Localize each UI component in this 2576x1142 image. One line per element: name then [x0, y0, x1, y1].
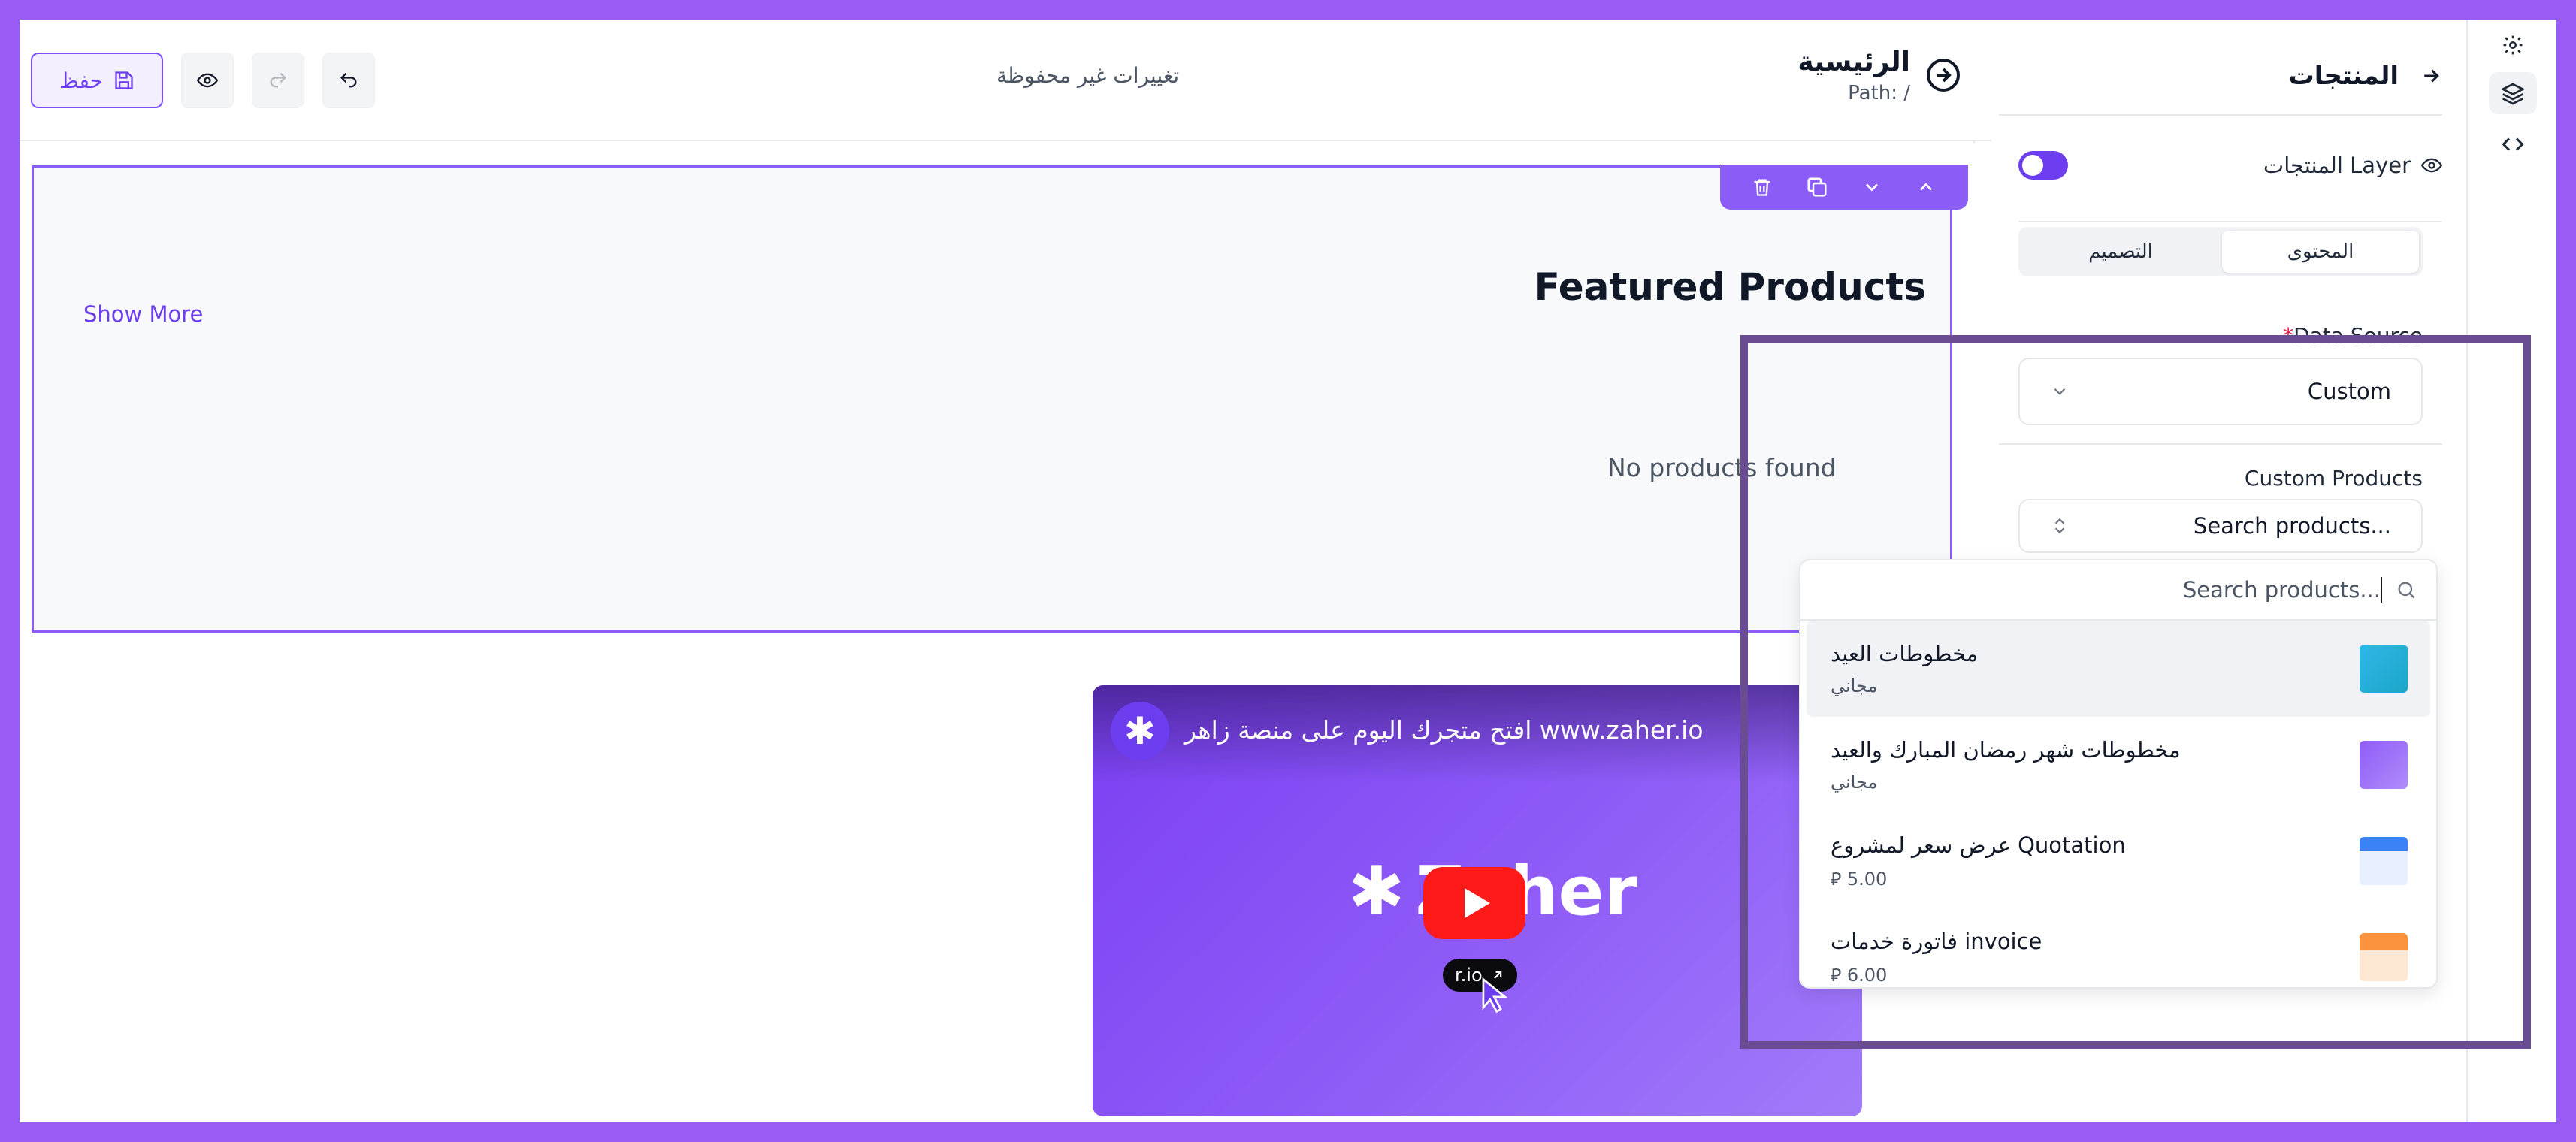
arrow-right-icon[interactable]: [2420, 65, 2442, 87]
product-name: عرض سعر لمشروع Quotation: [1831, 832, 2126, 858]
layers-button[interactable]: [2489, 72, 2537, 114]
data-source-label-text: Data Source: [2293, 323, 2423, 348]
toggle-knob: [2022, 155, 2043, 176]
save-label: حفظ: [59, 68, 104, 93]
channel-avatar[interactable]: ✱: [1111, 702, 1169, 760]
product-name: مخطوطات شهر رمضان المبارك والعيد: [1831, 737, 2181, 763]
tab-design[interactable]: التصميم: [2022, 231, 2219, 273]
code-icon: [2502, 137, 2524, 151]
product-option[interactable]: مخطوطات العيد مجاني: [1807, 621, 2430, 717]
product-option[interactable]: مخطوطات شهر رمضان المبارك والعيد مجاني: [1807, 717, 2430, 813]
play-button[interactable]: [1423, 867, 1525, 939]
cursor-icon: [1482, 977, 1508, 1014]
data-source-select[interactable]: Custom: [2018, 358, 2423, 425]
layer-label-group: المنتجات Layer: [2263, 153, 2442, 178]
page-heading-text: الرئيسية Path: /: [1797, 47, 1910, 104]
chevron-down-icon[interactable]: [1861, 177, 1882, 198]
custom-products-value: Search products...: [2193, 513, 2391, 539]
section-toolbar: [1720, 165, 1968, 210]
asterisk-logo-icon: ✱: [1348, 852, 1405, 931]
product-name: مخطوطات العيد: [1831, 641, 1979, 666]
copy-icon[interactable]: [1806, 176, 1828, 198]
tab-content[interactable]: المحتوى: [2222, 231, 2419, 273]
gear-icon: [2503, 35, 2523, 55]
chevrons-updown-icon: [2054, 518, 2065, 534]
redo-icon: [270, 72, 286, 88]
layer-visibility-row: المنتجات Layer: [2018, 132, 2442, 222]
section-title: Featured Products: [1534, 265, 1926, 309]
video-header: ✱ افتح متجرك اليوم على منصة زاهر www.zah…: [1093, 685, 1862, 783]
layers-icon: [2501, 83, 2525, 105]
empty-state-text: No products found: [1607, 453, 1837, 482]
product-search-dropdown: مخطوطات العيد مجاني مخطوطات شهر رمضان ال…: [1799, 559, 2438, 989]
save-button[interactable]: حفظ: [31, 53, 163, 108]
product-option[interactable]: عرض سعر لمشروع Quotation ⃁ 5.00: [1807, 813, 2430, 909]
panel-title: المنتجات: [2288, 61, 2399, 91]
product-thumbnail: [2360, 933, 2408, 981]
panel-tabs: التصميم المحتوى: [2018, 227, 2423, 276]
chevron-up-icon[interactable]: [1915, 177, 1937, 198]
undo-button[interactable]: [322, 53, 375, 108]
video-title[interactable]: افتح متجرك اليوم على منصة زاهر www.zaher…: [1184, 715, 1704, 745]
settings-button[interactable]: [2489, 24, 2537, 66]
eye-icon: [197, 73, 218, 88]
product-option-text: مخطوطات شهر رمضان المبارك والعيد مجاني: [1831, 737, 2181, 793]
custom-products-label: Custom Products: [2244, 466, 2423, 491]
product-option-text: مخطوطات العيد مجاني: [1831, 641, 1978, 696]
unsaved-changes-text: تغييرات غير محفوظة: [996, 63, 1180, 88]
page-title: الرئيسية: [1797, 47, 1910, 77]
product-price: 5.00: [1846, 868, 1888, 890]
product-thumbnail: [2360, 837, 2408, 885]
show-more-link[interactable]: Show More: [83, 301, 203, 327]
trash-icon[interactable]: [1752, 177, 1773, 198]
product-price: مجاني: [1831, 675, 1878, 696]
page-heading: الرئيسية Path: /: [1797, 47, 1961, 104]
panel-header: المنتجات: [1999, 56, 2442, 116]
product-thumbnail: [2360, 645, 2408, 693]
riyal-currency-icon: ⃁: [1831, 868, 1847, 890]
product-price: 6.00: [1846, 964, 1888, 986]
icon-rail: [2466, 20, 2556, 1122]
redo-button[interactable]: [252, 53, 304, 108]
required-mark: *: [2283, 323, 2294, 348]
divider: [1999, 443, 2442, 445]
dropdown-search-row: [1800, 560, 2436, 621]
product-option-text: عرض سعر لمشروع Quotation ⃁ 5.00: [1831, 832, 2126, 890]
editor-canvas: Featured Products Show More No products …: [20, 143, 1988, 1122]
custom-products-select[interactable]: Search products...: [2018, 499, 2423, 553]
product-price-row: ⃁ 5.00: [1831, 867, 2126, 890]
data-source-value: Custom: [2307, 379, 2391, 404]
product-price-row: ⃁ 6.00: [1831, 963, 2042, 986]
data-source-label: *Data Source: [2275, 323, 2423, 348]
eye-icon: [2421, 158, 2442, 173]
chevron-down-icon: [2054, 388, 2066, 395]
product-name: فاتورة خدمات invoice: [1831, 928, 2042, 954]
page-path: Path: /: [1848, 82, 1910, 104]
app-window: المنتجات المنتجات Layer التصميم المحتوى …: [20, 20, 2556, 1122]
riyal-currency-icon: ⃁: [1831, 964, 1847, 986]
search-icon: [2398, 582, 2415, 599]
product-search-input[interactable]: [1856, 577, 2382, 603]
layer-label: المنتجات Layer: [2263, 153, 2411, 178]
layer-visibility-toggle[interactable]: [2018, 151, 2068, 180]
product-thumbnail: [2360, 741, 2408, 789]
product-price: مجاني: [1831, 772, 1878, 793]
product-option[interactable]: فاتورة خدمات invoice ⃁ 6.00: [1807, 909, 2430, 987]
arrow-circle-right-icon[interactable]: [1925, 57, 1961, 93]
save-icon: [115, 71, 133, 89]
video-embed[interactable]: ✱ افتح متجرك اليوم على منصة زاهر www.zah…: [1093, 685, 1862, 1116]
preview-button[interactable]: [181, 53, 234, 108]
product-option-text: فاتورة خدمات invoice ⃁ 6.00: [1831, 929, 2042, 986]
undo-icon: [340, 72, 357, 88]
editor-topbar: حفظ تغييرات غير محفوظة الرئيسية Path: /: [20, 20, 1991, 141]
featured-products-section[interactable]: Featured Products Show More No products …: [32, 165, 1968, 633]
code-button[interactable]: [2489, 123, 2537, 165]
